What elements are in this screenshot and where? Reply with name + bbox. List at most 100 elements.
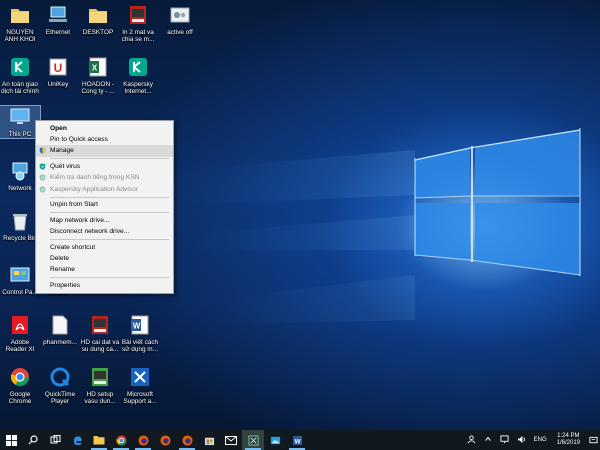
icon-active-off[interactable]: active off [160, 4, 200, 36]
menu-item-label: Manage [50, 147, 74, 155]
icon-desktop-folder[interactable]: DESKTOP [78, 4, 118, 36]
U-icon: U [47, 56, 69, 78]
desktop-icon-label: Network [8, 185, 32, 192]
pc-icon [9, 106, 31, 128]
pdf-icon [9, 314, 31, 336]
menu-item-map-network-drive[interactable]: Map network drive... [36, 215, 173, 226]
task-view-button[interactable] [44, 430, 66, 450]
taskbar-store[interactable] [198, 430, 220, 450]
menu-item-open[interactable]: Open [36, 123, 173, 134]
desktop-icon-label: This PC [8, 131, 32, 138]
desktop-icon-label: active off [167, 29, 193, 36]
taskbar-snipping[interactable] [242, 430, 264, 450]
network-tray-icon[interactable] [500, 434, 509, 446]
bin-icon [9, 210, 31, 232]
icon-adobe-reader[interactable]: Adobe Reader XI [0, 314, 40, 354]
menu-item-label: Open [50, 125, 67, 132]
start-button[interactable] [0, 430, 22, 450]
desktop-icon-label: phanmem... [43, 339, 77, 346]
icon-ethernet[interactable]: Ethernet [38, 4, 78, 36]
desktop-icon-label: UniKey [47, 81, 69, 88]
icon-nguyen-anh-khoi[interactable]: NGUYEN ANH KHOI [0, 4, 40, 44]
search-button[interactable] [22, 430, 44, 450]
context-menu: Open Pin to Quick access Manage Quét virus K… [35, 120, 174, 294]
K-icon [9, 56, 31, 78]
desktop-icon-label: Kaspersky Internet... [123, 81, 153, 96]
menu-item-label: Quét virus [50, 163, 81, 171]
menu-item-rename[interactable]: Rename [36, 264, 173, 275]
notification-icon[interactable] [586, 430, 600, 450]
menu-item-pin-to-quick-access[interactable]: Pin to Quick access [36, 134, 173, 145]
desktop-icon-label: QuickTime Player [44, 391, 76, 406]
icon-network[interactable]: Network [0, 160, 40, 192]
icon-google-chrome[interactable]: Google Chrome [0, 366, 40, 406]
menu-item-label: Rename [50, 266, 75, 274]
menu-separator [50, 212, 169, 214]
desktop-icon-label: In 2 mat va chia se m... [121, 29, 155, 44]
icon-this-pc[interactable]: This PC [0, 104, 41, 140]
taskbar-edge[interactable] [66, 430, 88, 450]
X-icon: X [87, 56, 109, 78]
desktop-icon-label: HOADON - Cong ty - ... [81, 81, 115, 96]
icon-in-2-mat[interactable]: In 2 mat va chia se m... [118, 4, 158, 44]
firefox-icon [159, 434, 171, 446]
icon-phanmem[interactable]: phanmem... [40, 314, 80, 346]
icon-control-panel[interactable]: Control Pa... [0, 264, 40, 296]
tools-icon [129, 366, 151, 388]
taskbar-chrome[interactable] [110, 430, 132, 450]
menu-separator [50, 277, 169, 279]
menu-item-create-shortcut[interactable]: Create shortcut [36, 242, 173, 253]
icon-quicktime[interactable]: QuickTime Player [40, 366, 80, 406]
icon-an-toan-giao-dich[interactable]: An toàn giao dịch tài chính [0, 56, 40, 96]
doc-icon [49, 314, 71, 336]
desktop-icon-label: Bài viết cách sử dụng m... [121, 339, 159, 354]
desktop-icon-label: HD cai dat va su dung ca... [80, 339, 120, 354]
menu-item-manage[interactable]: Manage [36, 145, 173, 157]
taskbar-firefox-3[interactable] [176, 430, 198, 450]
chevron-up-icon[interactable] [484, 435, 492, 445]
taskbar-file-explorer[interactable] [88, 430, 110, 450]
icon-hd-setup[interactable]: HD setup vasu dun... [80, 366, 120, 406]
menu-item-properties[interactable]: Properties [36, 280, 173, 291]
people-icon[interactable] [467, 434, 476, 446]
desktop-icon-label: DESKTOP [82, 29, 114, 36]
K-icon [127, 56, 149, 78]
taskbar-firefox-1[interactable] [132, 430, 154, 450]
icon-bai-viet-cach[interactable]: W Bài viết cách sử dụng m... [120, 314, 160, 354]
network-icon [47, 4, 69, 26]
menu-item-kaspersky-application-advisor: Kaspersky Application Advisor [36, 184, 173, 195]
icon-microsoft-support[interactable]: Microsoft Support a... [120, 366, 160, 406]
clock-time: 1:24 PM [557, 432, 580, 439]
menu-item-label: Disconnect network drive... [50, 228, 130, 236]
menu-item-unpin-from-start[interactable]: Unpin from Start [36, 199, 173, 210]
menu-item-label: Pin to Quick access [50, 136, 108, 144]
taskbar: W ENG 1:24 PM 1/6/2019 [0, 430, 600, 450]
icon-hoadon[interactable]: X HOADON - Cong ty - ... [78, 56, 118, 96]
menu-item-disconnect-network-drive[interactable]: Disconnect network drive... [36, 226, 173, 237]
taskbar-photos[interactable] [264, 430, 286, 450]
icon-recycle-bin[interactable]: Recycle Bin [0, 210, 40, 242]
menu-separator [50, 239, 169, 241]
svg-text:W: W [133, 322, 141, 331]
desktop-icon-label: Microsoft Support a... [123, 391, 157, 406]
language-indicator[interactable]: ENG [534, 437, 547, 443]
folder-icon [93, 435, 105, 445]
desktop-icon-label: Adobe Reader XI [5, 339, 35, 354]
mail-icon [225, 435, 237, 445]
icon-unikey[interactable]: U UniKey [38, 56, 78, 88]
taskbar-mail[interactable] [220, 430, 242, 450]
menu-item-quet-virus[interactable]: Quét virus [36, 161, 173, 172]
photos-icon [270, 435, 281, 446]
menu-item-delete[interactable]: Delete [36, 253, 173, 264]
edge-icon [72, 435, 83, 446]
icon-hd-cai-dat[interactable]: HD cai dat va su dung ca... [80, 314, 120, 354]
icon-kaspersky-internet[interactable]: Kaspersky Internet... [118, 56, 158, 96]
clock[interactable]: 1:24 PM 1/6/2019 [557, 433, 580, 448]
clock-date: 1/6/2019 [556, 440, 580, 446]
taskbar-firefox-2[interactable] [154, 430, 176, 450]
menu-item-label: Map network drive... [50, 217, 110, 225]
menu-item-label: Unpin from Start [50, 201, 99, 209]
taskbar-word[interactable]: W [286, 430, 308, 450]
gears-icon [169, 4, 191, 26]
volume-icon[interactable] [517, 435, 526, 446]
